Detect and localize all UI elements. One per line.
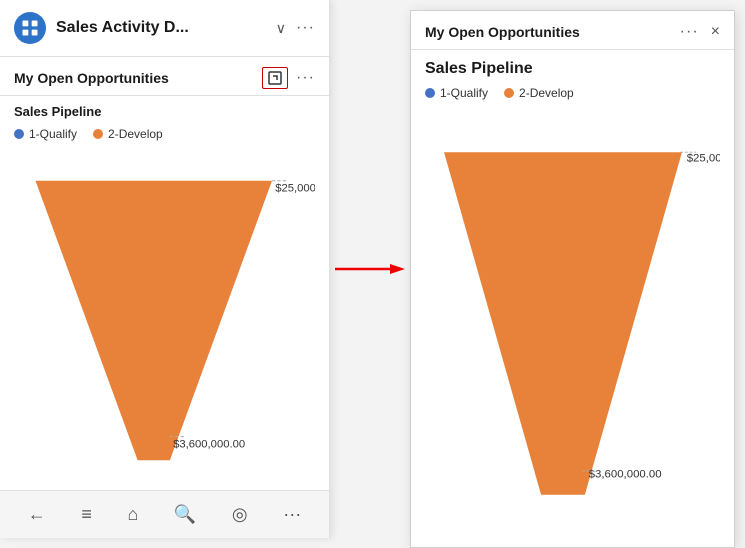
right-panel: My Open Opportunities ··· × Sales Pipeli… <box>410 10 735 548</box>
right-more-button[interactable]: ··· <box>680 23 699 41</box>
right-header-actions: ··· × <box>680 23 720 41</box>
app-title: Sales Activity D... <box>56 19 270 37</box>
chevron-down-icon[interactable]: ∨ <box>276 20 286 37</box>
app-icon <box>14 12 46 44</box>
develop-label: 2-Develop <box>108 127 163 141</box>
legend-item-develop: 2-Develop <box>93 127 163 141</box>
right-funnel-chart: $25,000.0 $3,600,000.00 <box>425 110 720 537</box>
right-section-title: My Open Opportunities <box>425 24 580 40</box>
left-funnel-chart: $25,000.0 $3,600,000.00 <box>14 151 315 490</box>
activity-button[interactable]: ◎ <box>224 500 256 529</box>
expand-button[interactable] <box>262 67 288 89</box>
back-button[interactable]: ← <box>20 500 54 529</box>
right-chart-area: $25,000.0 $3,600,000.00 <box>411 106 734 547</box>
section-actions: ··· <box>262 67 315 89</box>
qualify-label: 1-Qualify <box>29 127 77 141</box>
svg-text:$25,000.0: $25,000.0 <box>275 183 315 195</box>
close-button[interactable]: × <box>711 23 720 41</box>
arrow-container <box>330 0 410 538</box>
left-panel: Sales Activity D... ∨ ··· My Open Opport… <box>0 0 330 538</box>
menu-button[interactable]: ≡ <box>73 500 100 529</box>
left-chart-area: $25,000.0 $3,600,000.00 <box>0 147 329 490</box>
right-qualify-label: 1-Qualify <box>440 86 488 100</box>
right-header: My Open Opportunities ··· × <box>411 11 734 50</box>
app-more-button[interactable]: ··· <box>296 19 315 37</box>
right-qualify-dot <box>425 88 435 98</box>
search-button[interactable]: 🔍 <box>166 500 204 529</box>
scene: Sales Activity D... ∨ ··· My Open Opport… <box>0 0 745 538</box>
right-legend-item-qualify: 1-Qualify <box>425 86 488 100</box>
right-develop-label: 2-Develop <box>519 86 574 100</box>
right-develop-dot <box>504 88 514 98</box>
qualify-dot <box>14 129 24 139</box>
section-title: My Open Opportunities <box>14 70 169 86</box>
nav-more-button[interactable]: ··· <box>275 500 309 529</box>
develop-dot <box>93 129 103 139</box>
svg-text:$25,000.0: $25,000.0 <box>687 153 720 165</box>
section-header: My Open Opportunities ··· <box>0 57 329 96</box>
legend-item-qualify: 1-Qualify <box>14 127 77 141</box>
right-chart-label: Sales Pipeline <box>411 50 734 84</box>
left-header: Sales Activity D... ∨ ··· <box>0 0 329 57</box>
right-legend: 1-Qualify 2-Develop <box>411 84 734 106</box>
svg-text:$3,600,000.00: $3,600,000.00 <box>173 438 245 450</box>
chart-label: Sales Pipeline <box>0 96 329 123</box>
svg-text:$3,600,000.00: $3,600,000.00 <box>589 469 662 481</box>
expand-arrow <box>335 259 405 279</box>
left-legend: 1-Qualify 2-Develop <box>0 123 329 147</box>
home-button[interactable]: ⌂ <box>119 500 146 529</box>
section-more-button[interactable]: ··· <box>296 69 315 87</box>
bottom-nav-bar: ← ≡ ⌂ 🔍 ◎ ··· <box>0 490 329 538</box>
right-legend-item-develop: 2-Develop <box>504 86 574 100</box>
